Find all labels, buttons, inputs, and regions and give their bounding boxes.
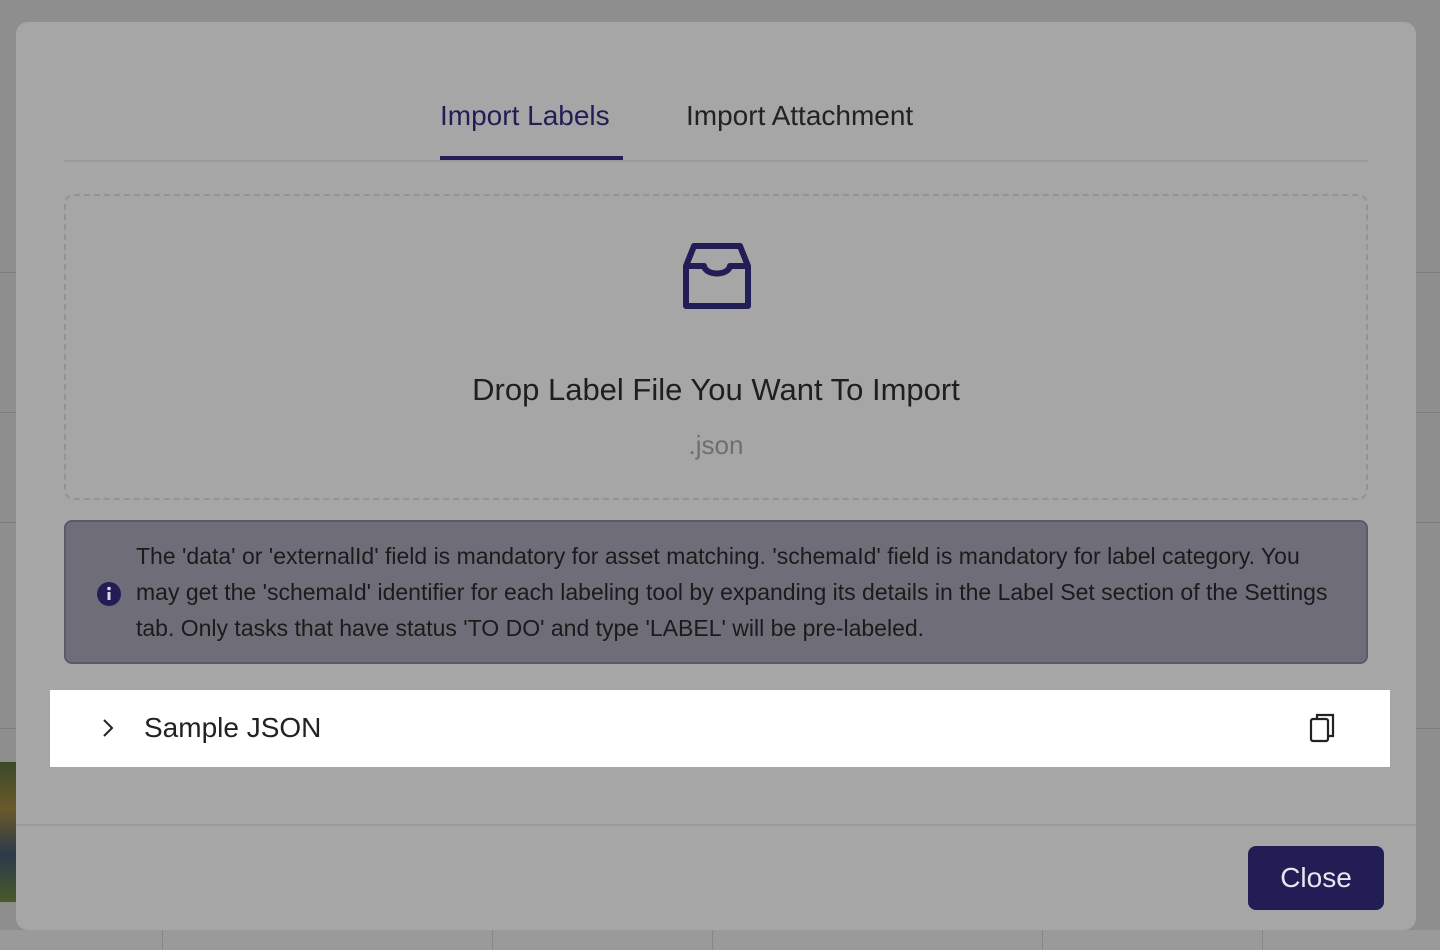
inbox-icon bbox=[683, 243, 751, 309]
alert-message: The 'data' or 'externalId' field is mand… bbox=[136, 543, 1328, 641]
dropzone-title: Drop Label File You Want To Import bbox=[472, 372, 960, 407]
tab-bar: Import Labels Import Attachment bbox=[64, 22, 1368, 162]
tab-import-attachment[interactable]: Import Attachment bbox=[686, 100, 913, 132]
bg-thumbnail bbox=[0, 762, 16, 902]
active-tab-indicator bbox=[440, 156, 623, 160]
sample-json-title[interactable]: Sample JSON bbox=[144, 712, 321, 744]
import-modal: Import Labels Import Attachment Drop Lab… bbox=[16, 22, 1416, 930]
copy-icon[interactable] bbox=[1308, 712, 1336, 744]
dropzone-file-type: .json bbox=[688, 430, 744, 460]
tab-import-labels[interactable]: Import Labels bbox=[440, 100, 610, 132]
close-button[interactable]: Close bbox=[1248, 846, 1384, 910]
modal-footer-divider bbox=[16, 824, 1416, 826]
sample-json-panel[interactable]: Sample JSON bbox=[50, 690, 1390, 767]
info-icon bbox=[97, 582, 121, 606]
chevron-right-icon[interactable] bbox=[96, 716, 120, 740]
bg-table-footer bbox=[0, 930, 1440, 950]
file-dropzone[interactable]: Drop Label File You Want To Import .json bbox=[64, 194, 1368, 500]
info-alert: The 'data' or 'externalId' field is mand… bbox=[64, 520, 1368, 664]
